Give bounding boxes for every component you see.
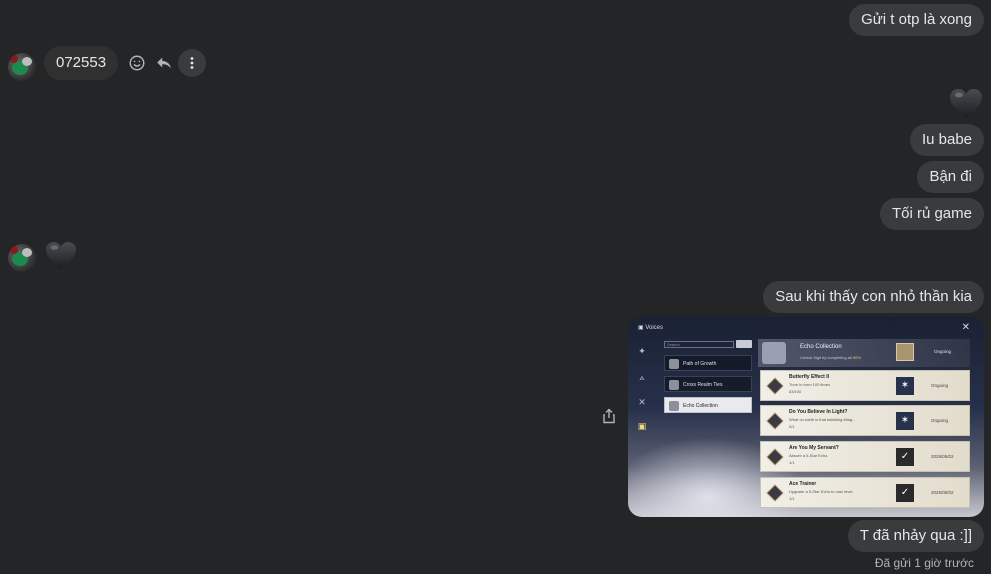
- reply-button[interactable]: [151, 50, 177, 76]
- message-bubble-outgoing[interactable]: Iu babe: [909, 124, 984, 156]
- game-card: Are You My Servant? Absorb a 5-Star Echo…: [760, 441, 970, 472]
- game-tab-active: Echo Collection: [664, 397, 752, 413]
- more-vertical-icon: [190, 57, 194, 69]
- game-window-title: ▣ Voices: [638, 325, 664, 331]
- react-button[interactable]: [124, 50, 150, 76]
- close-icon: ✕: [961, 322, 970, 333]
- heart-icon: [950, 89, 982, 118]
- avatar[interactable]: [8, 244, 36, 272]
- game-search-input: Search: [664, 341, 734, 348]
- game-header: Echo Collection Unlock Sigil by completi…: [758, 339, 970, 367]
- heart-reaction-outgoing[interactable]: [949, 88, 983, 125]
- heart-reaction-incoming[interactable]: [45, 241, 77, 276]
- game-card: Do You Believe In Light? What on earth i…: [760, 405, 970, 436]
- sidebar-icon: ✕: [638, 397, 646, 407]
- message-bubble-outgoing[interactable]: Sau khi thấy con nhỏ thần kia: [763, 281, 984, 313]
- game-card: Ace Trainer Upgrade a 5-Star Echo to max…: [760, 477, 970, 508]
- sidebar-icon: ▣: [637, 421, 647, 431]
- smile-icon: [129, 55, 145, 71]
- avatar[interactable]: [8, 53, 36, 81]
- message-bubble-incoming[interactable]: 072553: [44, 46, 119, 80]
- game-search-button: [736, 340, 752, 348]
- message-status: Đã gửi 1 giờ trước: [874, 556, 974, 570]
- sidebar-icon: ⟑: [639, 372, 645, 382]
- image-attachment[interactable]: ▣ Voices ✕ ✦ ⟑ ✕ ▣ Search Path of Growth…: [628, 317, 984, 517]
- share-button[interactable]: [601, 408, 617, 424]
- game-tab: Path of Growth: [664, 355, 752, 371]
- game-card: Butterfly Effect II Tune In from 100 tim…: [760, 370, 970, 401]
- reply-icon: [157, 57, 171, 69]
- share-icon: [603, 408, 615, 424]
- game-tab: Cross Realm Ties: [664, 376, 752, 392]
- more-options-button[interactable]: [178, 49, 206, 77]
- message-bubble-outgoing[interactable]: T đã nhảy qua :]]: [847, 520, 984, 552]
- heart-icon: [46, 241, 76, 270]
- message-bubble-outgoing[interactable]: Gửi t otp là xong: [849, 4, 984, 36]
- sidebar-icon: ✦: [638, 346, 646, 356]
- message-bubble-outgoing[interactable]: Tối rủ game: [879, 198, 984, 230]
- message-bubble-outgoing[interactable]: Bận đi: [917, 161, 984, 193]
